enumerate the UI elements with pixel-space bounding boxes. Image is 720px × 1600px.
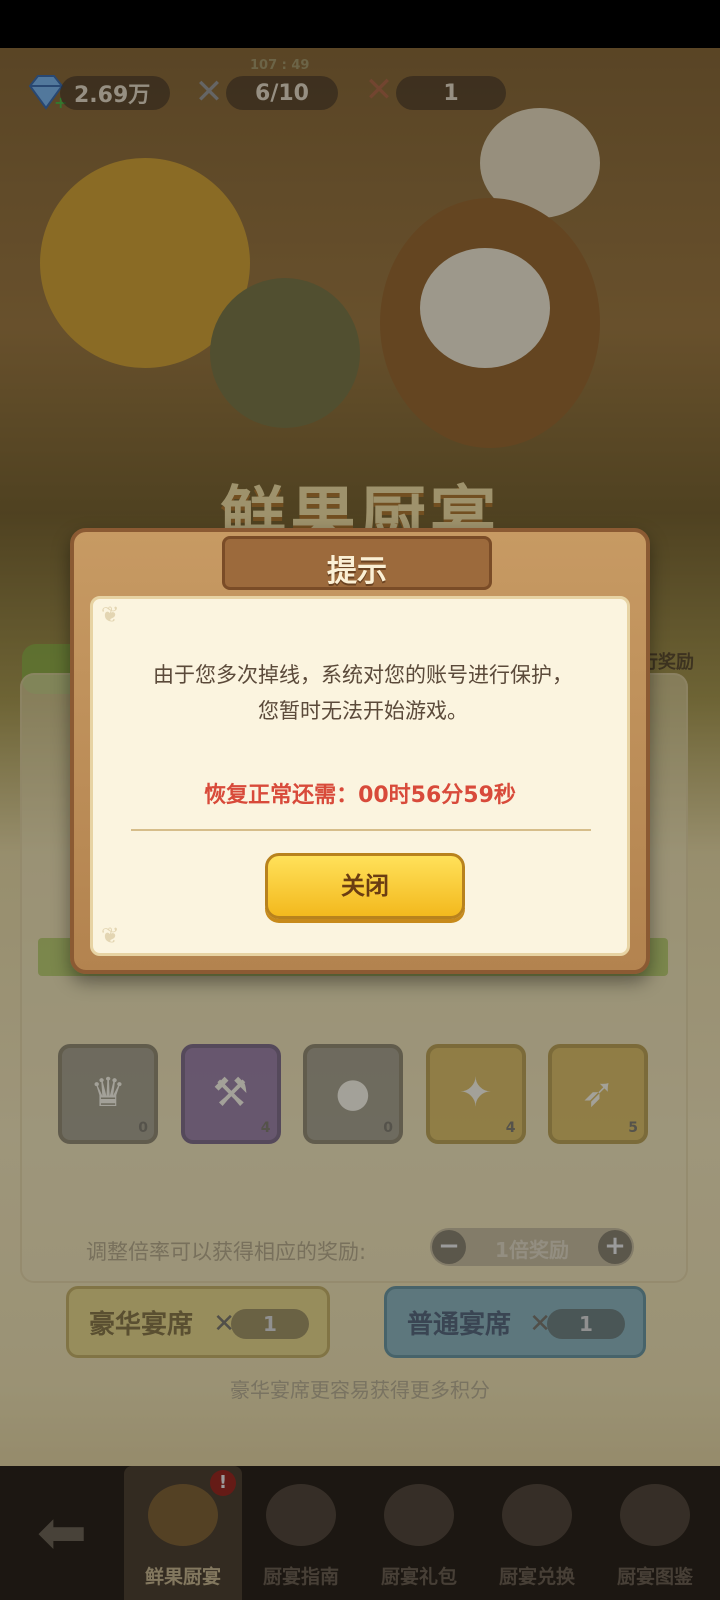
dialog-message-line: 由于您多次掉线，系统对您的账号进行保护，	[153, 663, 573, 687]
dialog-title: 提示	[327, 554, 387, 589]
close-button[interactable]: 关闭	[265, 853, 465, 919]
dialog-message-line: 您暂时无法开始游戏。	[258, 699, 468, 723]
corner-leaf-icon: ❦	[101, 603, 120, 628]
recovery-timer: 恢复正常还需：00时56分59秒	[204, 783, 516, 808]
corner-leaf-icon: ❦	[101, 924, 120, 949]
dialog-message: 由于您多次掉线，系统对您的账号进行保护， 您暂时无法开始游戏。	[113, 657, 613, 729]
dialog-divider	[131, 829, 591, 831]
status-bar	[0, 0, 720, 48]
dialog-title-plate: 提示	[222, 536, 492, 590]
dialog-body: ❦ ❦ 由于您多次掉线，系统对您的账号进行保护， 您暂时无法开始游戏。 恢复正常…	[90, 596, 630, 956]
notice-dialog: 提示 ❦ ❦ 由于您多次掉线，系统对您的账号进行保护， 您暂时无法开始游戏。 恢…	[70, 528, 650, 974]
